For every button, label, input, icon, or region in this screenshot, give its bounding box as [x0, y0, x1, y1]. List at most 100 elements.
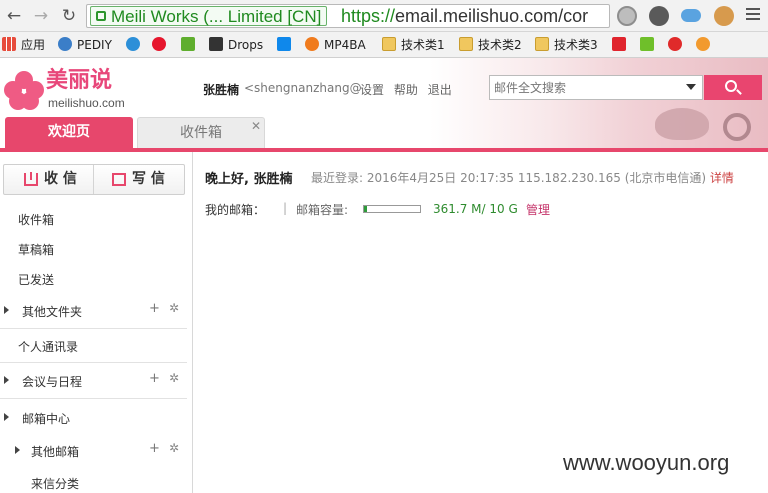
- gear-extension-icon[interactable]: [649, 6, 669, 26]
- capacity-text: 361.7 M/ 10 G: [433, 202, 518, 216]
- bookmark-mp4ba[interactable]: MP4BA: [305, 36, 366, 54]
- expand-caret-icon[interactable]: [4, 413, 9, 421]
- weibo-icon: [152, 37, 166, 51]
- address-bar[interactable]: Meili Works (... Limited [CN] https://em…: [86, 4, 610, 28]
- back-arrow-icon[interactable]: ←: [3, 5, 25, 27]
- forward-arrow-icon[interactable]: →: [30, 5, 52, 27]
- zhihu-icon: [277, 37, 291, 51]
- bookmark-youku[interactable]: [668, 36, 687, 54]
- bookmark-ip[interactable]: [126, 36, 145, 54]
- sidebar: 收 信 写 信 收件箱 草稿箱 已发送 其他文件夹 + ✲ 个人通讯录 会议与日…: [0, 152, 193, 493]
- tab-close-icon[interactable]: ✕: [251, 119, 261, 133]
- bookmark-le[interactable]: [612, 36, 631, 54]
- bookmark-folder-1[interactable]: 技术类1: [382, 36, 445, 54]
- gear-icon[interactable]: ✲: [169, 371, 179, 385]
- sidebar-item-calendar[interactable]: 会议与日程 + ✲: [0, 371, 192, 389]
- cloud-extension-icon[interactable]: [681, 9, 701, 22]
- ev-certificate-badge[interactable]: Meili Works (... Limited [CN]: [90, 6, 328, 26]
- bookmark-label: 技术类3: [554, 38, 598, 52]
- play-icon: [305, 37, 319, 51]
- folder-icon: [382, 37, 396, 51]
- inbox-download-icon: [24, 172, 38, 186]
- drops-icon: [209, 37, 223, 51]
- sidebar-item-mail-filter[interactable]: 来信分类: [0, 475, 192, 491]
- sidebar-item-inbox[interactable]: 收件箱: [0, 211, 192, 227]
- flower-logo-icon: [4, 71, 44, 111]
- settings-link[interactable]: 设置: [360, 83, 384, 97]
- bookmark-label: MP4BA: [324, 38, 366, 52]
- bookmark-drops[interactable]: Drops: [209, 36, 263, 54]
- compose-divider: [93, 165, 94, 194]
- gear-icon[interactable]: ✲: [169, 441, 179, 455]
- expand-caret-icon[interactable]: [15, 446, 20, 454]
- snowflake-icon: [58, 37, 72, 51]
- logout-link[interactable]: 退出: [428, 83, 452, 97]
- sidebar-item-label: 其他文件夹: [22, 305, 83, 319]
- sidebar-item-other-folders[interactable]: 其他文件夹 + ✲: [0, 301, 192, 319]
- header-links: 设置 帮助 退出: [360, 81, 458, 98]
- receive-mail-button[interactable]: 收 信: [24, 165, 77, 194]
- logo-text-cn: 美丽说: [46, 68, 113, 93]
- bookmarks-bar: 应用 PEDIY Drops MP4BA 技术类1 技术类2 技术类3: [0, 32, 768, 58]
- reload-icon[interactable]: ↻: [58, 5, 80, 27]
- browser-menu-icon[interactable]: [746, 8, 760, 22]
- bookmark-f[interactable]: [181, 36, 200, 54]
- bookmark-iqiyi[interactable]: [640, 36, 659, 54]
- header-banner-illustration: [430, 58, 768, 150]
- smile-icon: [696, 37, 710, 51]
- user-name: 张胜楠: [203, 83, 240, 97]
- sidebar-item-label: 个人通讯录: [18, 340, 79, 354]
- sidebar-item-label: 已发送: [18, 273, 55, 287]
- le-icon: [612, 37, 626, 51]
- cookie-extension-icon[interactable]: [714, 6, 734, 26]
- sidebar-item-contacts[interactable]: 个人通讯录: [0, 338, 192, 354]
- expand-caret-icon[interactable]: [4, 306, 9, 314]
- url-host: email.meilishuo.com/cor: [395, 6, 589, 26]
- search-button[interactable]: [704, 75, 762, 100]
- capacity-label: 邮箱容量:: [296, 203, 349, 217]
- manage-capacity-link[interactable]: 管理: [526, 201, 550, 218]
- help-link[interactable]: 帮助: [394, 83, 418, 97]
- sidebar-item-other-mailboxes[interactable]: 其他邮箱 + ✲: [0, 441, 192, 459]
- user-email: <shengnanzhang@: [244, 81, 362, 95]
- sidebar-item-drafts[interactable]: 草稿箱: [0, 241, 192, 257]
- lock-icon: [96, 11, 106, 21]
- sidebar-item-sent[interactable]: 已发送: [0, 271, 192, 287]
- banner-decoration: [723, 113, 751, 141]
- write-mail-button[interactable]: 写 信: [112, 165, 165, 194]
- last-login-info: 最近登录: 2016年4月25日 20:17:35 115.182.230.16…: [311, 169, 734, 186]
- folder-icon: [459, 37, 473, 51]
- tab-welcome[interactable]: 欢迎页: [5, 117, 133, 148]
- tab-inbox[interactable]: 收件箱: [137, 117, 265, 148]
- f-icon: [181, 37, 195, 51]
- mail-search-box: [489, 75, 703, 100]
- bookmark-folder-3[interactable]: 技术类3: [535, 36, 598, 54]
- login-detail-link[interactable]: 详情: [710, 171, 734, 185]
- url-text[interactable]: https://email.meilishuo.com/cor: [341, 6, 588, 26]
- globe-extension-icon[interactable]: [617, 6, 637, 26]
- bookmark-zhihu[interactable]: [277, 36, 296, 54]
- last-login-text: 最近登录: 2016年4月25日 20:17:35 115.182.230.16…: [311, 171, 707, 185]
- bookmark-folder-2[interactable]: 技术类2: [459, 36, 522, 54]
- bookmark-weibo[interactable]: [152, 36, 171, 54]
- add-mailbox-icon[interactable]: +: [149, 441, 160, 456]
- mail-search-input[interactable]: [490, 76, 676, 99]
- separator: |: [283, 201, 288, 215]
- logo-text-en: meilishuo.com: [48, 96, 125, 110]
- add-event-icon[interactable]: +: [149, 371, 160, 386]
- capacity-progress-bar: [363, 205, 421, 213]
- bookmark-pediy[interactable]: PEDIY: [58, 36, 112, 54]
- sidebar-item-label: 草稿箱: [18, 243, 55, 257]
- sidebar-item-mail-center[interactable]: 邮箱中心: [0, 410, 192, 426]
- expand-caret-icon[interactable]: [4, 376, 9, 384]
- iqiyi-icon: [640, 37, 654, 51]
- bookmark-label: PEDIY: [77, 38, 112, 52]
- search-scope-dropdown-icon[interactable]: [686, 84, 696, 90]
- bookmark-apps[interactable]: 应用: [2, 36, 45, 54]
- gear-icon[interactable]: ✲: [169, 301, 179, 315]
- bookmark-smile[interactable]: [696, 36, 715, 54]
- youku-icon: [668, 37, 682, 51]
- add-folder-icon[interactable]: +: [149, 301, 160, 316]
- bookmark-label: 技术类1: [401, 38, 445, 52]
- greeting: 晚上好, 张胜楠: [205, 172, 293, 187]
